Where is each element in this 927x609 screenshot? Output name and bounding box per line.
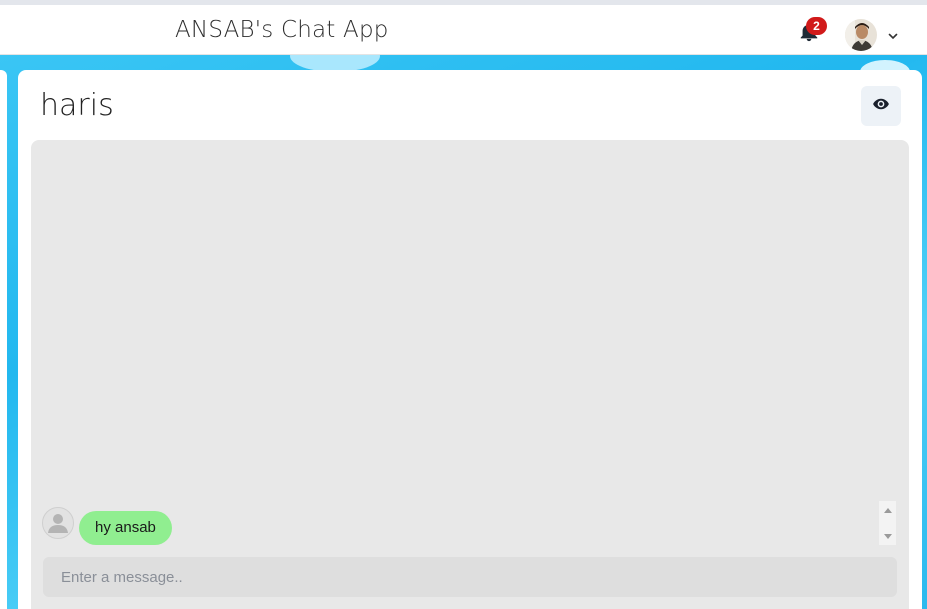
messages-area[interactable]: hy ansab [31, 140, 909, 609]
sidebar-panel-edge [0, 70, 7, 609]
scroll-up-arrow-icon[interactable] [879, 501, 896, 518]
chat-panel: haris hy ansab [18, 70, 922, 609]
user-avatar [845, 19, 877, 51]
message-bubble: hy ansab [79, 511, 172, 545]
app-title: ANSAB's Chat App [175, 17, 389, 43]
eye-icon [872, 95, 890, 118]
notification-badge: 2 [806, 17, 827, 35]
top-navbar: ANSAB's Chat App 2 [0, 5, 927, 55]
view-profile-button[interactable] [861, 86, 901, 126]
profile-menu-button[interactable] [845, 19, 899, 51]
default-user-icon [42, 507, 74, 539]
chevron-down-icon [887, 29, 899, 41]
message-input[interactable] [43, 557, 897, 597]
messages-scrollbar[interactable] [879, 501, 896, 545]
scroll-down-arrow-icon[interactable] [879, 528, 896, 545]
chat-contact-name: haris [40, 88, 114, 123]
